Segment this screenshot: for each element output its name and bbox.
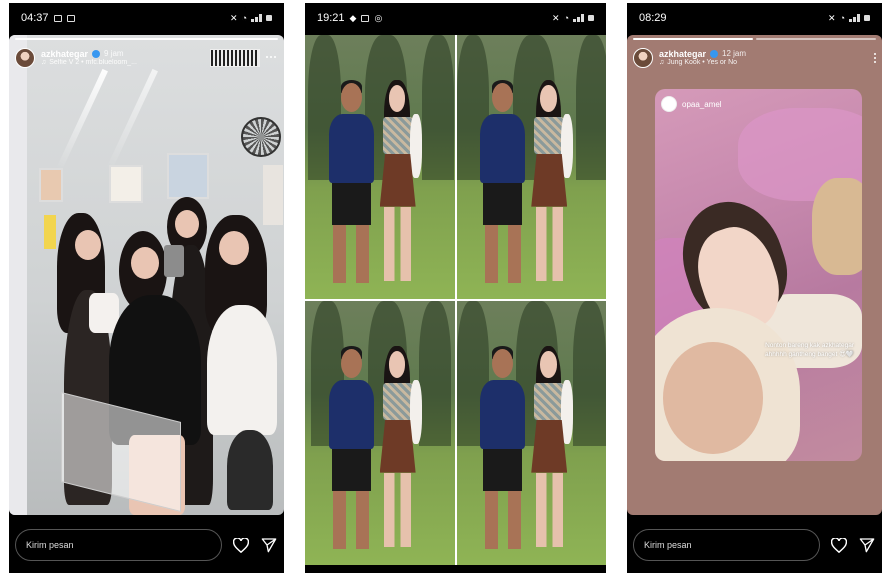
gallery-icon xyxy=(53,14,62,22)
collage-photo xyxy=(456,301,606,565)
music-label[interactable]: Selfie V 2 • mfc.blueloom_... xyxy=(49,59,137,67)
mute-icon: ✕ xyxy=(230,12,238,23)
status-bar: 04:37 ✕ ◔ xyxy=(9,3,284,33)
heart-icon[interactable] xyxy=(232,536,250,554)
repost-caption: Nonton bareng kak azkhategar ahhhhh gant… xyxy=(765,341,854,358)
qr-sticker xyxy=(210,49,260,67)
collage-photo xyxy=(305,301,455,565)
reply-bar: Kirim pesan xyxy=(627,527,882,563)
story-content[interactable]: azkhategar 9 jam ♫ Selfie V 2 • mfc.blue… xyxy=(9,35,284,515)
avatar[interactable] xyxy=(633,48,653,68)
collage-photo xyxy=(456,35,606,299)
story-screen-3: 08:29 ✕ ◔ azkhategar 12 jam ♫ Jung Kook … xyxy=(627,3,882,573)
username[interactable]: azkhategar xyxy=(659,49,706,59)
battery-icon xyxy=(266,15,272,21)
time-ago: 12 jam xyxy=(722,49,747,59)
send-icon[interactable] xyxy=(858,536,876,554)
story-content[interactable]: azkhategar 12 jam ♫ Jung Kook • Yes or N… xyxy=(627,35,882,515)
story-header: azkhategar 12 jam ♫ Jung Kook • Yes or N… xyxy=(633,44,876,72)
message-input[interactable]: Kirim pesan xyxy=(633,529,820,561)
phone-in-hand xyxy=(164,245,184,277)
battery-icon xyxy=(864,15,870,21)
repost-header: opaa_amel xyxy=(661,96,722,112)
story-header: azkhategar 9 jam ♫ Selfie V 2 • mfc.blue… xyxy=(15,44,278,72)
more-icon[interactable] xyxy=(874,53,876,63)
story-progress xyxy=(633,38,876,40)
wifi-icon: ◔ xyxy=(563,13,569,23)
signal-icon xyxy=(573,14,584,22)
verified-icon xyxy=(710,49,719,58)
signal-icon xyxy=(251,14,262,22)
mute-icon: ✕ xyxy=(552,12,560,23)
message-input[interactable]: Kirim pesan xyxy=(15,529,222,561)
avatar[interactable] xyxy=(15,48,35,68)
reposted-story[interactable]: opaa_amel Nonton bareng kak azkhategar a… xyxy=(655,89,862,461)
send-icon[interactable] xyxy=(260,536,278,554)
status-time: 19:21 xyxy=(317,12,345,24)
collage-photo xyxy=(305,35,455,299)
message-placeholder: Kirim pesan xyxy=(644,540,692,550)
mute-icon: ✕ xyxy=(828,12,836,23)
verified-icon xyxy=(92,49,101,58)
music-icon: ♫ xyxy=(659,59,665,67)
instagram-icon xyxy=(66,14,75,22)
story-screen-2: 19:21 ◆ ◎ ✕ ◔ xyxy=(305,3,606,573)
signal-icon xyxy=(849,14,860,22)
message-placeholder: Kirim pesan xyxy=(26,540,74,550)
story-screen-1: 04:37 ✕ ◔ azkhategar 9 jam ♫ Selfie V 2 … xyxy=(9,3,284,573)
time-ago: 9 jam xyxy=(104,49,124,59)
location-icon: ◆ xyxy=(349,12,357,23)
repost-username[interactable]: opaa_amel xyxy=(682,100,722,109)
heart-icon[interactable] xyxy=(830,536,848,554)
story-progress xyxy=(15,38,278,40)
reply-bar: Kirim pesan xyxy=(9,527,284,563)
story-content[interactable] xyxy=(305,35,606,565)
battery-icon xyxy=(588,15,594,21)
status-time: 04:37 xyxy=(21,12,49,24)
wifi-icon: ◔ xyxy=(839,13,845,23)
wifi-icon: ◔ xyxy=(241,13,247,23)
status-time: 08:29 xyxy=(639,12,667,24)
whatsapp-icon: ◎ xyxy=(374,12,383,23)
facebook-icon xyxy=(361,14,370,22)
status-bar: 08:29 ✕ ◔ xyxy=(627,3,882,33)
music-label[interactable]: Jung Kook • Yes or No xyxy=(667,59,737,67)
repost-avatar[interactable] xyxy=(661,96,677,112)
mirror-selfie-photo xyxy=(9,35,284,515)
username[interactable]: azkhategar xyxy=(41,49,88,59)
music-icon: ♫ xyxy=(41,59,47,67)
more-icon[interactable] xyxy=(266,56,278,60)
status-bar: 19:21 ◆ ◎ ✕ ◔ xyxy=(305,3,606,33)
photo-collage xyxy=(305,35,606,565)
